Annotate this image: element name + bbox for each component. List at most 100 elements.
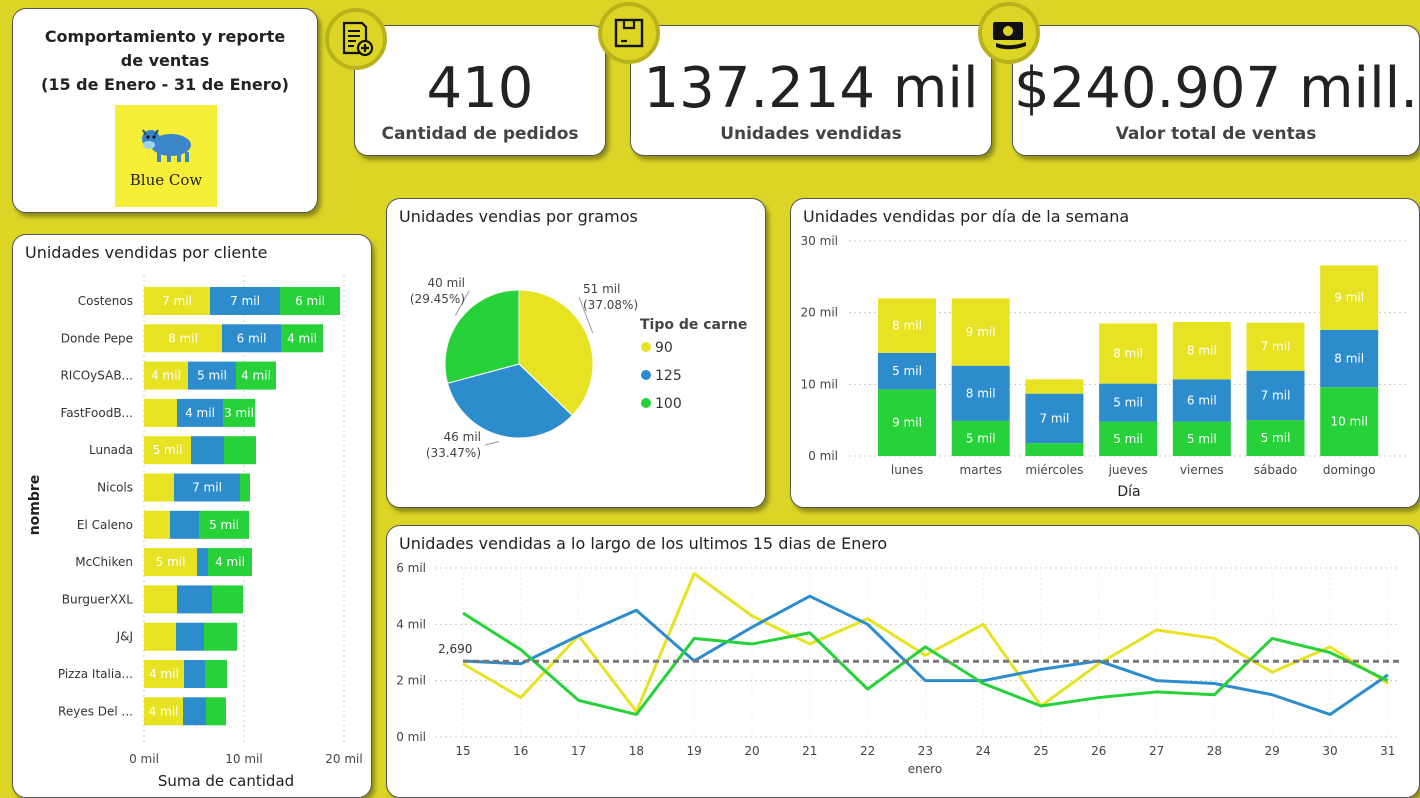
x-tick-label: 20 mil <box>325 752 362 766</box>
kpi-value-valor: $240.907 mill. <box>1013 56 1419 121</box>
data-label: 5 mil <box>966 431 996 445</box>
x-axis-title: Día <box>1117 484 1140 500</box>
data-label: 5 mil <box>1261 431 1291 445</box>
slice-value-label: 46 mil <box>444 430 481 444</box>
data-label: 7 mil <box>1261 388 1291 402</box>
tendencia-chart: 0 mil 2 mil 4 mil 6 mil 15 16 17 18 19 20 21 22 23 24… <box>396 561 1399 776</box>
data-label: 8 mil <box>1187 344 1217 358</box>
category-label: domingo <box>1323 463 1376 477</box>
data-label: 5 mil <box>209 518 239 532</box>
reference-label: 2,690 <box>438 642 472 656</box>
kpi-card-valor: $240.907 mill. Valor total de ventas <box>1012 25 1420 156</box>
y-tick-label: 30 mil <box>801 234 838 248</box>
data-label: 4 mil <box>151 369 181 383</box>
report-title: Comportamiento y reporte de ventas (15 d… <box>13 25 317 97</box>
data-label: 7 mil <box>162 294 192 308</box>
y-tick-label: 10 mil <box>801 377 838 391</box>
data-label: 9 mil <box>892 416 922 430</box>
data-label: 8 mil <box>1334 352 1364 366</box>
data-label: 5 mil <box>156 555 186 569</box>
bar-segment-100 <box>204 622 237 651</box>
x-tick-label: 31 <box>1380 744 1395 758</box>
data-label: 8 mil <box>966 386 996 400</box>
x-tick-label: 26 <box>1091 744 1106 758</box>
data-label: 4 mil <box>215 555 245 569</box>
x-tick-label: 30 <box>1322 744 1337 758</box>
data-label: 7 mil <box>192 481 222 495</box>
x-tick-label: 19 <box>687 744 702 758</box>
report-title-line3: (15 de Enero - 31 de Enero) <box>41 75 289 94</box>
column-segment-100 <box>1025 443 1084 456</box>
x-tick-label: 16 <box>513 744 528 758</box>
gramos-chart: 51 mil (37.08%) 46 mil (33.47%) 40 mil (29.45… <box>410 276 748 460</box>
kpi-card-pedidos: 410 Cantidad de pedidos <box>354 25 606 156</box>
legend-label: 100 <box>655 396 682 412</box>
kpi-label-valor: Valor total de ventas <box>1115 124 1317 144</box>
x-tick-label: 10 mil <box>225 752 262 766</box>
kpi-value-unidades: 137.214 mil <box>643 56 979 121</box>
data-label: 5 mil <box>197 369 227 383</box>
data-label: 5 mil <box>1187 432 1217 446</box>
data-label: 5 mil <box>1113 396 1143 410</box>
cow-icon <box>142 129 191 162</box>
bar-segment-90 <box>144 398 177 427</box>
legend-label: 125 <box>655 368 682 384</box>
bar-segment-100 <box>212 585 243 614</box>
legend-label: 90 <box>655 340 673 356</box>
bar-segment-125 <box>183 697 206 726</box>
category-label: J&J <box>116 630 133 644</box>
bar-segment-125 <box>184 660 205 688</box>
kpi-value-pedidos: 410 <box>426 56 534 121</box>
category-label: McChiken <box>75 555 133 569</box>
kpi-card-unidades: 137.214 mil Unidades vendidas <box>630 25 992 156</box>
x-tick-label: 20 <box>744 744 759 758</box>
category-label: Donde Pepe <box>61 331 133 345</box>
bar-segment-125 <box>177 585 212 614</box>
data-label: 3 mil <box>224 406 254 420</box>
money-icon <box>978 2 1040 64</box>
y-tick-label: 6 mil <box>396 561 426 575</box>
bar-segment-125 <box>176 622 204 651</box>
legend-title: Tipo de carne <box>640 317 747 333</box>
bar-segment-100 <box>224 436 256 465</box>
box-icon <box>598 2 660 64</box>
x-tick-label: 28 <box>1207 744 1222 758</box>
x-tick-label: 22 <box>860 744 875 758</box>
x-tick-label: 0 mil <box>129 752 159 766</box>
x-tick-label: 21 <box>802 744 817 758</box>
y-axis-title: nombre <box>27 475 43 536</box>
y-tick-label: 0 mil <box>396 730 426 744</box>
x-tick-label: 18 <box>629 744 644 758</box>
dias-panel: Unidades vendidas por día de la semana 0… <box>790 198 1420 508</box>
data-label: 7 mil <box>230 294 260 308</box>
category-label: lunes <box>891 463 923 477</box>
category-label: Costenos <box>78 294 133 308</box>
category-label: Lunada <box>89 443 133 457</box>
clientes-chart: Costenos 7 mil 7 mil 6 mil Donde Pepe 8 mil 6 … <box>27 275 363 790</box>
bar-segment-100 <box>205 660 227 688</box>
data-label: 4 mil <box>287 331 317 345</box>
leader-line <box>484 440 500 446</box>
logo-text: Blue Cow <box>129 171 203 189</box>
data-label: 4 mil <box>149 704 179 718</box>
category-label: El Caleno <box>77 518 133 532</box>
report-title-line1: Comportamiento y reporte <box>44 27 286 46</box>
legend-marker <box>641 398 651 408</box>
bar-segment-125 <box>191 436 224 465</box>
bar-segment-90 <box>144 622 176 651</box>
y-tick-label: 2 mil <box>396 674 426 688</box>
data-label: 5 mil <box>892 364 922 378</box>
data-label: 10 mil <box>1330 415 1367 429</box>
data-label: 9 mil <box>1334 291 1364 305</box>
data-label: 7 mil <box>1261 340 1291 354</box>
category-label: jueves <box>1108 463 1148 477</box>
legend-marker <box>641 342 651 352</box>
category-label: sábado <box>1254 463 1298 477</box>
x-tick-label: 29 <box>1265 744 1280 758</box>
data-label: 7 mil <box>1039 411 1069 425</box>
category-label: miércoles <box>1025 463 1083 477</box>
data-label: 8 mil <box>892 319 922 333</box>
slice-pct-label: (33.47%) <box>426 446 481 460</box>
y-tick-label: 4 mil <box>396 617 426 631</box>
bar-segment-100 <box>240 473 250 502</box>
